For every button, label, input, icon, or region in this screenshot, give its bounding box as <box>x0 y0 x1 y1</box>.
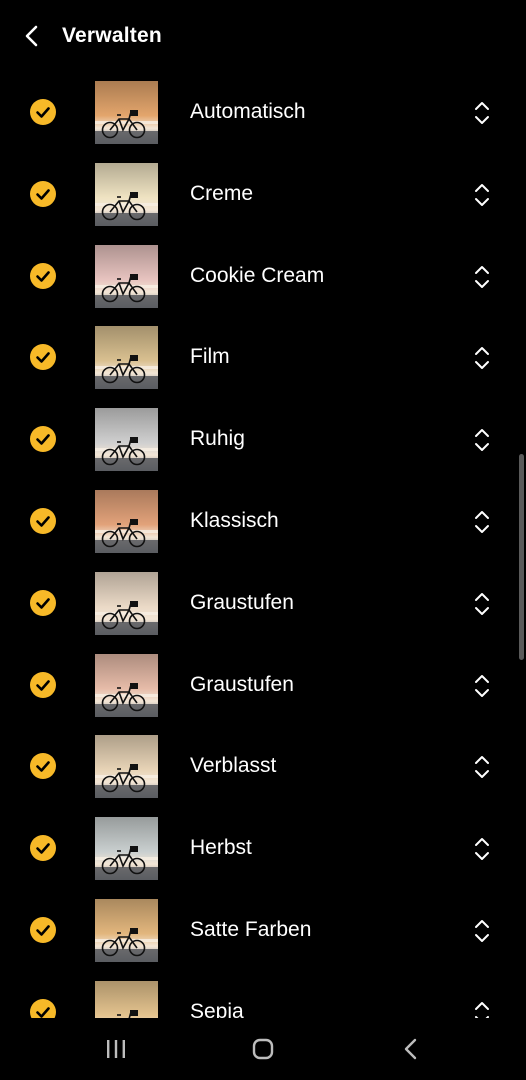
filter-thumbnail <box>95 654 158 717</box>
filter-label: Automatisch <box>190 100 306 123</box>
reorder-handle[interactable] <box>470 180 494 210</box>
filter-checkbox[interactable] <box>30 181 56 207</box>
filter-thumbnail <box>95 163 158 226</box>
filter-thumbnail <box>95 735 158 798</box>
nav-back-button[interactable] <box>390 1034 430 1064</box>
filter-label: Ruhig <box>190 427 245 450</box>
filter-row[interactable]: Automatisch <box>0 72 526 154</box>
filter-checkbox[interactable] <box>30 344 56 370</box>
reorder-icon <box>475 511 489 533</box>
filter-thumbnail <box>95 490 158 553</box>
checkmark-icon <box>36 761 50 772</box>
filter-checkbox[interactable] <box>30 426 56 452</box>
reorder-icon <box>475 429 489 451</box>
checkmark-icon <box>36 107 50 118</box>
filter-row[interactable]: Ruhig <box>0 399 526 481</box>
filter-thumbnail <box>95 81 158 144</box>
reorder-handle[interactable] <box>470 98 494 128</box>
filter-checkbox[interactable] <box>30 590 56 616</box>
checkmark-icon <box>36 189 50 200</box>
filter-row[interactable]: Creme <box>0 154 526 236</box>
recents-icon <box>107 1040 125 1058</box>
filter-row[interactable]: Cookie Cream <box>0 236 526 318</box>
filter-label: Creme <box>190 182 254 205</box>
checkmark-icon <box>36 598 50 609</box>
checkmark-icon <box>36 925 50 936</box>
filter-thumbnail <box>95 817 158 880</box>
reorder-handle[interactable] <box>470 834 494 864</box>
filter-row[interactable]: Herbst <box>0 808 526 890</box>
filter-label: Graustufen <box>190 673 294 696</box>
filter-thumbnail <box>95 981 158 1018</box>
filter-checkbox[interactable] <box>30 672 56 698</box>
filter-checkbox[interactable] <box>30 99 56 125</box>
filter-label: Klassisch <box>190 509 279 532</box>
checkmark-icon <box>36 271 50 282</box>
filter-list[interactable]: Automatisch Creme Cookie Cream Film Ruhig Kla… <box>0 72 526 1018</box>
filter-label: Film <box>190 345 230 368</box>
recents-button[interactable] <box>96 1034 136 1064</box>
reorder-icon <box>475 593 489 615</box>
filter-row[interactable]: Sepia <box>0 972 526 1018</box>
checkmark-icon <box>36 843 50 854</box>
page-title: Verwalten <box>62 24 162 47</box>
checkmark-icon <box>36 680 50 691</box>
chevron-left-icon <box>25 25 38 47</box>
filter-label: Cookie Cream <box>190 264 325 287</box>
filter-label: Satte Farben <box>190 918 312 941</box>
checkmark-icon <box>36 434 50 445</box>
home-icon <box>252 1038 274 1060</box>
reorder-handle[interactable] <box>470 916 494 946</box>
filter-thumbnail <box>95 899 158 962</box>
app-header: Verwalten <box>0 0 526 72</box>
reorder-icon <box>475 102 489 124</box>
filter-thumbnail <box>95 326 158 389</box>
filter-label: Graustufen <box>190 591 294 614</box>
filter-label: Sepia <box>190 1000 244 1018</box>
reorder-handle[interactable] <box>470 343 494 373</box>
filter-checkbox[interactable] <box>30 917 56 943</box>
reorder-icon <box>475 838 489 860</box>
filter-row[interactable]: Klassisch <box>0 481 526 563</box>
filter-row[interactable]: Film <box>0 317 526 399</box>
reorder-handle[interactable] <box>470 507 494 537</box>
filter-thumbnail <box>95 408 158 471</box>
filter-label: Herbst <box>190 836 252 859</box>
checkmark-icon <box>36 1007 50 1018</box>
filter-checkbox[interactable] <box>30 753 56 779</box>
filter-row[interactable]: Satte Farben <box>0 890 526 972</box>
back-icon <box>404 1038 417 1060</box>
filter-thumbnail <box>95 245 158 308</box>
filter-checkbox[interactable] <box>30 263 56 289</box>
reorder-icon <box>475 347 489 369</box>
filter-checkbox[interactable] <box>30 835 56 861</box>
back-button[interactable] <box>16 20 48 52</box>
scrollbar[interactable] <box>519 454 524 660</box>
reorder-handle[interactable] <box>470 262 494 292</box>
reorder-handle[interactable] <box>470 671 494 701</box>
filter-thumbnail <box>95 572 158 635</box>
filter-row[interactable]: Graustufen <box>0 645 526 727</box>
filter-checkbox[interactable] <box>30 508 56 534</box>
filter-checkbox[interactable] <box>30 999 56 1018</box>
reorder-handle[interactable] <box>470 589 494 619</box>
reorder-icon <box>475 920 489 942</box>
checkmark-icon <box>36 352 50 363</box>
reorder-icon <box>475 1002 489 1018</box>
reorder-handle[interactable] <box>470 998 494 1018</box>
reorder-handle[interactable] <box>470 425 494 455</box>
reorder-icon <box>475 184 489 206</box>
reorder-icon <box>475 675 489 697</box>
filter-row[interactable]: Graustufen <box>0 563 526 645</box>
reorder-icon <box>475 266 489 288</box>
system-nav-bar <box>0 1018 526 1080</box>
reorder-handle[interactable] <box>470 752 494 782</box>
reorder-icon <box>475 756 489 778</box>
filter-row[interactable]: Verblasst <box>0 726 526 808</box>
filter-label: Verblasst <box>190 754 277 777</box>
checkmark-icon <box>36 516 50 527</box>
home-button[interactable] <box>243 1034 283 1064</box>
